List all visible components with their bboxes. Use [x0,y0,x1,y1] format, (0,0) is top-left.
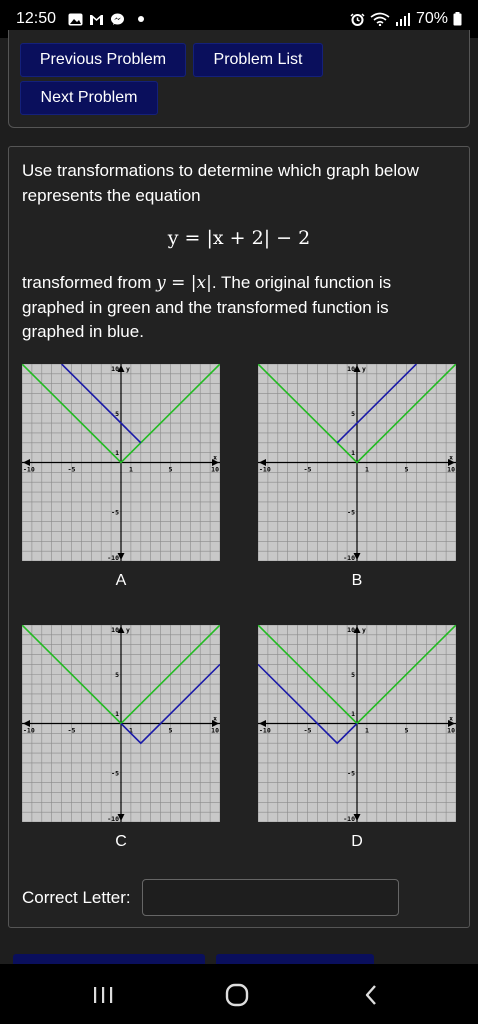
y-tick-label: 10 [111,365,119,373]
problem-intro: Use transformations to determine which g… [22,161,419,205]
x-tick-label: 10 [211,466,219,474]
x-tick-label: -10 [259,466,271,474]
x-tick-label: 5 [405,466,409,474]
x-tick-label: 1 [365,466,369,474]
wifi-icon [370,12,390,26]
x-tick-label: 5 [405,727,409,735]
status-left: 12:50 [16,10,350,28]
problem-nav-card: Previous Problem Problem List Next Probl… [8,30,470,128]
y-tick-label: 5 [351,410,355,418]
x-tick-label: -5 [68,466,76,474]
x-tick-label: 5 [169,466,173,474]
base-function: y = |x| [156,273,212,293]
home-icon [225,983,249,1007]
y-tick-label: 1 [351,710,355,718]
graph-d: -10 -5 1 5 10 10 5 1 -5 -10 x y [258,625,456,822]
y-tick-label: -10 [343,815,355,822]
battery-icon [453,12,462,26]
alarm-icon [350,12,365,26]
y-axis-name: y [362,626,366,634]
x-tick-label: 10 [447,466,455,474]
next-problem-button[interactable]: Next Problem [20,81,158,115]
y-tick-label: -10 [107,554,119,561]
x-tick-label: -5 [68,727,76,735]
x-tick-label: 10 [211,727,219,735]
transformed-prefix: transformed from [22,273,157,292]
battery-percent: 70% [415,10,448,27]
y-tick-label: -5 [111,769,119,777]
status-time: 12:50 [16,10,57,27]
x-tick-label: -10 [23,727,35,735]
x-axis-name: x [213,454,217,462]
x-tick-label: -10 [259,727,271,735]
graph-a: -10 -5 1 5 10 10 5 1 -5 -10 x y [22,364,220,561]
y-tick-label: -10 [343,554,355,561]
x-tick-label: 1 [365,727,369,735]
problem-card: Use transformations to determine which g… [8,146,470,928]
recent-apps-icon [94,987,113,1003]
y-tick-label: 10 [111,626,119,634]
back-button[interactable] [356,982,386,1008]
correct-letter-input[interactable] [142,879,399,916]
previous-problem-button[interactable]: Previous Problem [20,43,186,77]
problem-description: transformed from y = |x|. The original f… [22,271,452,345]
y-tick-label: 1 [115,710,119,718]
y-tick-label: -10 [107,815,119,822]
problem-equation: y = |x + 2| − 2 [9,227,469,249]
y-tick-label: 1 [115,449,119,457]
graph-c-label: C [115,833,127,850]
x-tick-label: 1 [129,466,133,474]
recent-apps-button[interactable] [88,982,118,1008]
system-nav-bar [0,964,478,1024]
dot-icon [138,16,145,22]
back-icon [365,985,376,1005]
x-axis-name: x [213,715,217,723]
y-axis-name: y [126,626,130,634]
correct-letter-label: Correct Letter: [22,888,131,907]
y-tick-label: 1 [351,449,355,457]
graph-b: -10 -5 1 5 10 10 5 1 -5 -10 x y [258,364,456,561]
y-tick-label: -5 [111,508,119,516]
problem-list-button[interactable]: Problem List [193,43,323,77]
x-tick-label: -10 [23,466,35,474]
equation-text: y = |x + 2| − 2 [167,227,311,249]
x-axis-name: x [449,715,453,723]
graph-c: -10 -5 1 5 101051-5-10xy [22,625,220,822]
graph-a-label: A [115,572,127,589]
y-tick-label: 5 [115,671,119,679]
x-tick-label: 10 [447,727,455,735]
x-axis-name: x [449,454,453,462]
graph-b-label: B [351,572,363,589]
status-right: 70% [350,10,462,28]
y-tick-label: 10 [347,365,355,373]
x-tick-label: -5 [304,727,312,735]
signal-icon [395,13,410,26]
x-tick-label: 5 [169,727,173,735]
y-tick-label: 10 [347,626,355,634]
gmail-icon [90,14,104,25]
y-tick-label: -5 [347,769,355,777]
x-tick-label: -5 [304,466,312,474]
gallery-icon [68,13,83,25]
y-tick-label: 5 [115,410,119,418]
messenger-icon [111,13,125,25]
y-axis-name: y [362,365,366,373]
graph-d-label: D [351,833,363,850]
y-tick-label: 5 [351,671,355,679]
y-tick-label: -5 [347,508,355,516]
y-axis-name: y [126,365,130,373]
home-button[interactable] [222,982,252,1008]
